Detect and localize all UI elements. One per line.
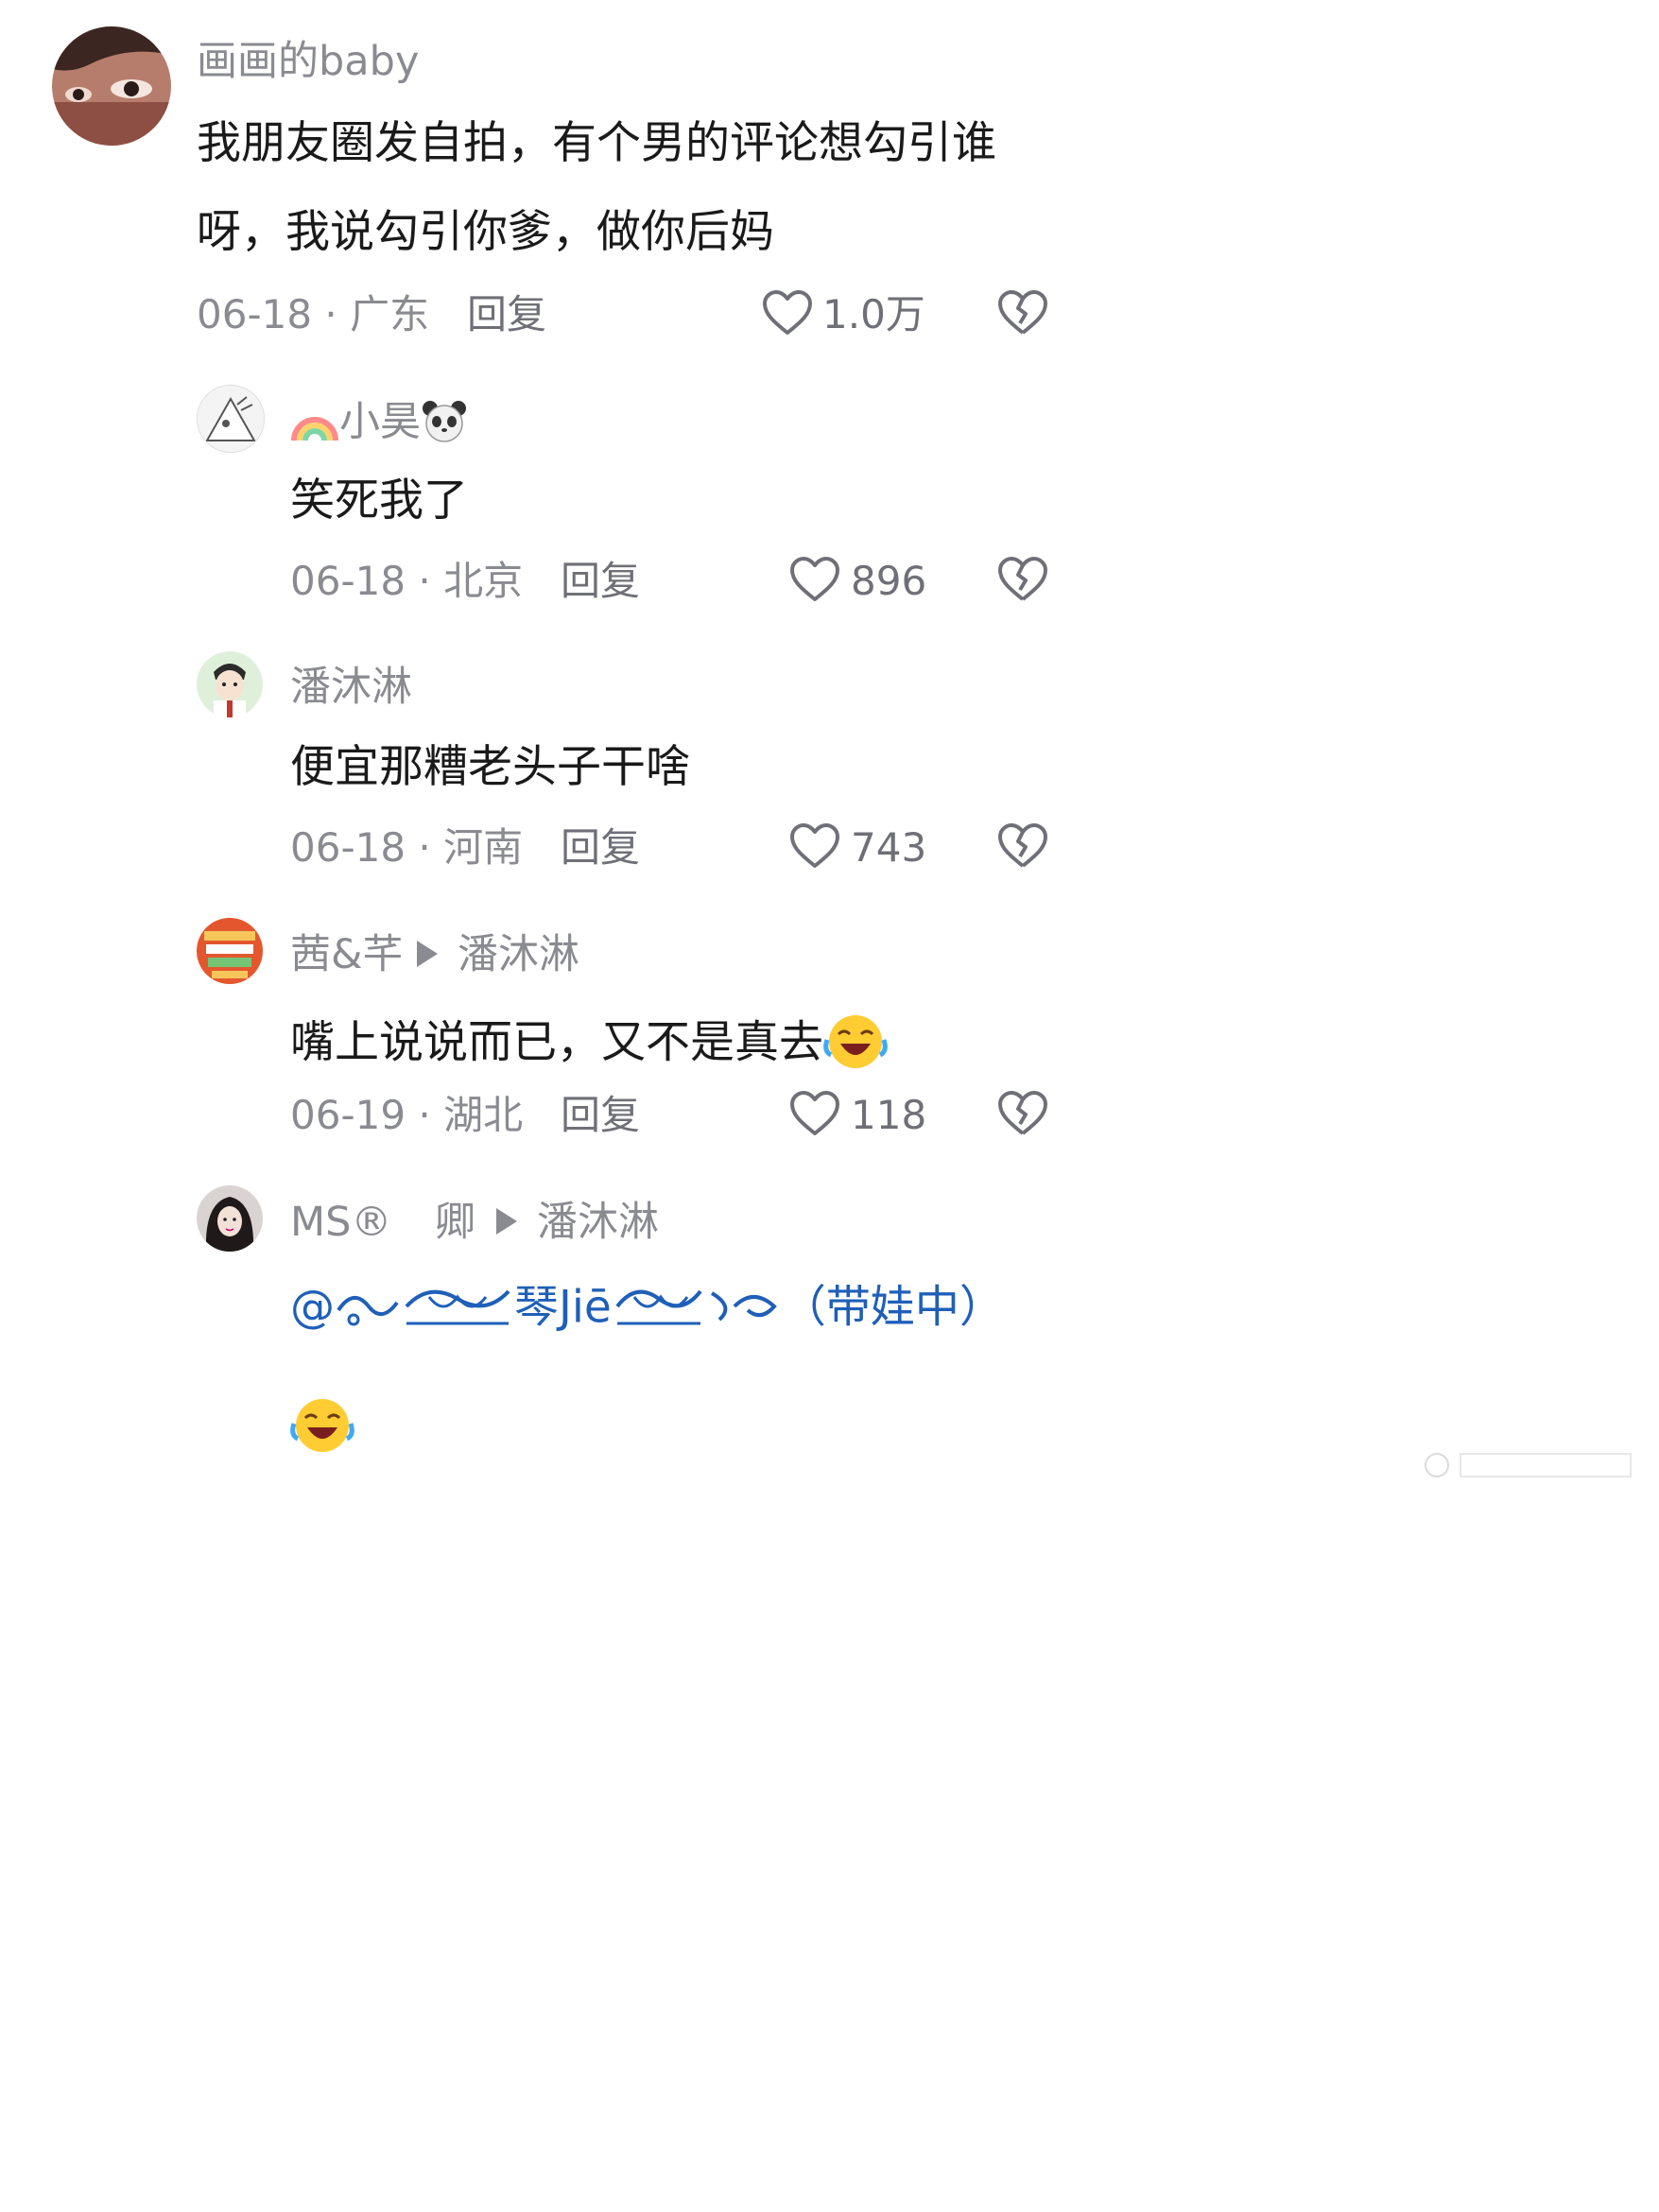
rolling-laughing-emoji <box>823 1011 888 1080</box>
reply-to-username[interactable]: 潘沐淋 <box>458 935 579 976</box>
broken-heart-icon[interactable] <box>997 1090 1048 1137</box>
username[interactable]: 潘沐淋 <box>290 667 412 708</box>
reply-to-username[interactable]: 潘沐淋 <box>537 1202 659 1243</box>
username-row[interactable]: 小昊 <box>290 399 468 450</box>
comment-text: 笑死我了 <box>290 475 468 527</box>
avatar[interactable] <box>197 918 263 984</box>
like-count: 896 <box>851 558 927 604</box>
decorative-swirl-icon <box>706 1278 782 1342</box>
username[interactable]: 茜&芊 <box>290 935 404 976</box>
comment-text-row: 嘴上说说而已，又不是真去 <box>290 1011 888 1080</box>
broken-heart-icon[interactable] <box>997 822 1048 870</box>
like-count: 1.0万 <box>822 291 925 337</box>
username: 小昊 <box>339 398 421 446</box>
username-suffix[interactable]: 卿 <box>435 1202 475 1243</box>
date-location: 06-18 · 广东 <box>197 291 430 337</box>
heart-outline-icon[interactable] <box>789 822 840 870</box>
panda-emoji <box>421 399 468 450</box>
avatar[interactable] <box>197 651 263 717</box>
avatar[interactable] <box>52 26 171 146</box>
triangle-right-icon <box>496 1208 517 1235</box>
comment-text: 便宜那糟老头子干啥 <box>290 741 690 793</box>
comment-text-line-1: 我朋友圈发自拍，有个男的评论想勾引谁 <box>197 117 996 169</box>
username[interactable]: MS® <box>290 1202 391 1243</box>
heart-outline-icon[interactable] <box>789 1090 840 1137</box>
comment-text: 嘴上说说而已，又不是真去 <box>290 1016 823 1069</box>
rainbow-emoji <box>290 399 339 450</box>
reply-button[interactable]: 回复 <box>561 1096 640 1135</box>
mention-at: @ <box>290 1281 335 1334</box>
heart-outline-icon[interactable] <box>789 556 840 603</box>
like-count: 743 <box>851 824 927 871</box>
avatar[interactable] <box>197 1185 263 1252</box>
heart-outline-icon[interactable] <box>762 289 813 337</box>
comment-text-line-2: 呀，我说勾引你爹，做你后妈 <box>197 206 774 258</box>
decorative-swirl-icon <box>612 1278 706 1342</box>
triangle-right-icon <box>417 941 438 967</box>
mention-suffix: （带娃中） <box>781 1281 1004 1334</box>
watermark-logo <box>1418 1437 1645 1497</box>
like-count: 118 <box>851 1092 927 1138</box>
avatar[interactable] <box>197 385 265 453</box>
reply-button[interactable]: 回复 <box>561 828 640 868</box>
mention-name: 琴Jiē <box>514 1281 612 1334</box>
broken-heart-icon[interactable] <box>997 289 1048 337</box>
decorative-swirl-icon <box>401 1278 514 1342</box>
decorative-swirl-icon <box>335 1278 401 1342</box>
date-location: 06-18 · 北京 <box>290 558 524 604</box>
reply-button[interactable]: 回复 <box>561 562 640 601</box>
date-location: 06-19 · 湖北 <box>290 1092 524 1138</box>
username[interactable]: 画画的baby <box>197 42 419 82</box>
date-location: 06-18 · 河南 <box>290 824 524 871</box>
mention-link[interactable]: @ 琴Jiē （带娃中） <box>290 1278 1004 1342</box>
rolling-laughing-emoji <box>290 1395 354 1460</box>
broken-heart-icon[interactable] <box>997 556 1048 603</box>
reply-button[interactable]: 回复 <box>467 295 546 335</box>
